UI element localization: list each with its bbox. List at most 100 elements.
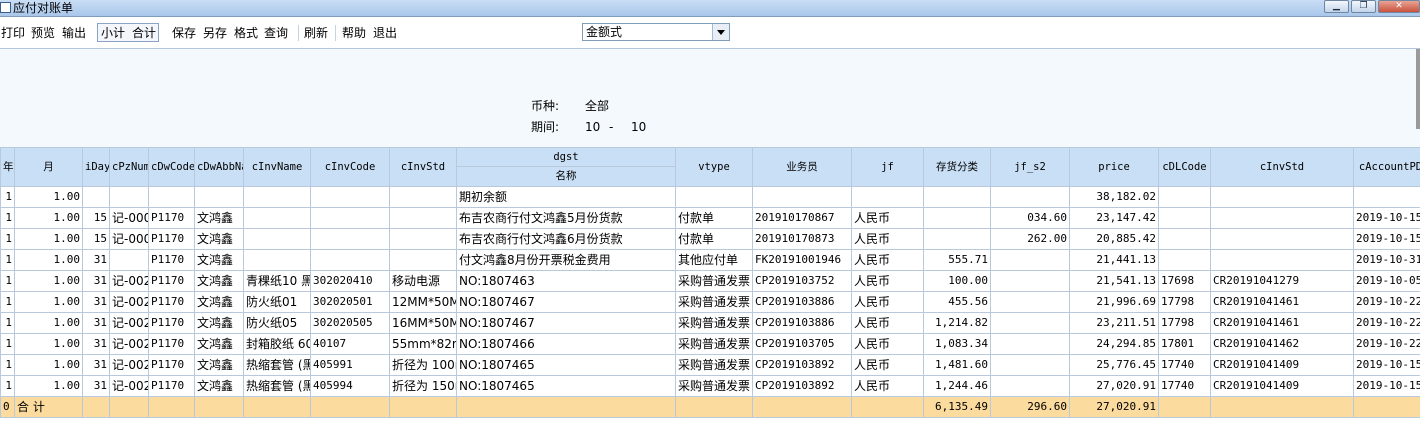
table-cell[interactable]: 034.60	[990, 207, 1070, 229]
table-cell[interactable]	[310, 207, 390, 229]
table-cell[interactable]	[990, 291, 1070, 313]
table-cell[interactable]: 31	[82, 312, 110, 334]
col-header-cinvstd-2[interactable]: cInvStd	[1210, 147, 1354, 187]
table-cell[interactable]: 记-0023	[109, 333, 149, 355]
table-cell[interactable]: 1.00	[14, 291, 83, 313]
table-cell[interactable]: 文鸿鑫	[194, 354, 244, 376]
table-cell[interactable]: 1	[0, 375, 15, 397]
table-row[interactable]: 1 1.00 期初余额 38,182.02	[0, 186, 1420, 208]
table-cell[interactable]: 302020501	[310, 291, 390, 313]
table-cell[interactable]	[243, 249, 311, 271]
table-cell[interactable]: 2019-10-05	[1353, 270, 1420, 292]
col-header-cinvstd[interactable]: cInvStd	[389, 147, 457, 187]
table-cell[interactable]	[1210, 207, 1354, 229]
chevron-down-icon[interactable]	[712, 24, 729, 40]
col-header-cinvcode[interactable]: cInvCode	[310, 147, 390, 187]
table-cell[interactable]	[990, 270, 1070, 292]
table-cell[interactable]: 付款单	[675, 207, 753, 229]
table-cell[interactable]: 302020505	[310, 312, 390, 334]
col-header-dgst-group[interactable]: dgst	[456, 147, 676, 167]
table-cell[interactable]: 31	[82, 249, 110, 271]
table-cell[interactable]: CR20191041461	[1210, 312, 1354, 334]
table-cell[interactable]	[389, 249, 457, 271]
table-cell[interactable]: 262.00	[990, 228, 1070, 250]
table-cell[interactable]: 201910170873	[752, 228, 852, 250]
table-row[interactable]: 1 1.00 31 P1170 文鸿鑫 付文鸿鑫8月份开票税金费用 其他应付单 FK20191…	[0, 249, 1420, 271]
table-cell[interactable]	[310, 249, 390, 271]
table-cell[interactable]: 17740	[1158, 354, 1211, 376]
table-cell[interactable]: NO:1807465	[456, 354, 676, 376]
table-cell[interactable]: 人民币	[851, 228, 924, 250]
table-cell[interactable]	[194, 186, 244, 208]
table-cell[interactable]: 移动电源	[389, 270, 457, 292]
table-cell[interactable]: 布吉农商行付文鸿鑫6月份货款	[456, 228, 676, 250]
table-cell[interactable]: 青稞纸10 黑色(回形	[243, 270, 311, 292]
table-cell[interactable]: CR20191041409	[1210, 354, 1354, 376]
table-cell[interactable]: 付款单	[675, 228, 753, 250]
table-cell[interactable]: P1170	[148, 291, 195, 313]
table-cell[interactable]: 付文鸿鑫8月份开票税金费用	[456, 249, 676, 271]
table-cell[interactable]: P1170	[148, 228, 195, 250]
table-cell[interactable]: 100.00	[923, 270, 991, 292]
table-cell[interactable]	[752, 186, 852, 208]
col-header-name[interactable]: 名称	[456, 166, 676, 187]
table-cell[interactable]: 21,541.13	[1069, 270, 1159, 292]
table-row[interactable]: 11.0015记-0005P1170文鸿鑫 布吉农商行付文鸿鑫5月份货款付款单 20…	[0, 207, 1420, 229]
table-cell[interactable]: 27,020.91	[1069, 375, 1159, 397]
table-cell[interactable]: 1	[0, 333, 15, 355]
preview-button[interactable]: 预览	[31, 26, 55, 40]
table-cell[interactable]: NO:1807463	[456, 270, 676, 292]
table-cell[interactable]: CP2019103892	[752, 354, 852, 376]
table-cell[interactable]: NO:1807466	[456, 333, 676, 355]
table-cell[interactable]: 记-0023	[109, 291, 149, 313]
table-cell[interactable]	[310, 186, 390, 208]
table-cell[interactable]: 人民币	[851, 354, 924, 376]
table-cell[interactable]: 折径为 100m长度	[389, 354, 457, 376]
table-cell[interactable]: 其他应付单	[675, 249, 753, 271]
table-cell[interactable]: 23,211.51	[1069, 312, 1159, 334]
help-button[interactable]: 帮助	[342, 26, 366, 40]
table-cell[interactable]	[990, 375, 1070, 397]
table-cell[interactable]: 文鸿鑫	[194, 291, 244, 313]
table-cell[interactable]	[1158, 207, 1211, 229]
table-cell[interactable]: 1,083.34	[923, 333, 991, 355]
table-cell[interactable]	[109, 249, 149, 271]
table-row[interactable]: 11.0031记-0023P1170文鸿鑫防火纸0530202050516MM*…	[0, 312, 1420, 334]
subtotal-button[interactable]: 小计	[101, 26, 125, 40]
table-cell[interactable]: 2019-10-22	[1353, 291, 1420, 313]
table-cell[interactable]: 17740	[1158, 375, 1211, 397]
table-cell[interactable]: 2019-10-15	[1353, 207, 1420, 229]
table-cell[interactable]: 布吉农商行付文鸿鑫5月份货款	[456, 207, 676, 229]
format-select[interactable]: 金额式	[582, 23, 730, 41]
table-cell[interactable]	[990, 249, 1070, 271]
table-cell[interactable]: 555.71	[923, 249, 991, 271]
table-cell[interactable]: 24,294.85	[1069, 333, 1159, 355]
table-cell[interactable]: 23,147.42	[1069, 207, 1159, 229]
table-cell[interactable]: CR20191041462	[1210, 333, 1354, 355]
table-cell[interactable]: CR20191041409	[1210, 375, 1354, 397]
table-cell[interactable]: 1	[0, 354, 15, 376]
table-cell[interactable]: 文鸿鑫	[194, 249, 244, 271]
col-header-vtype[interactable]: vtype	[675, 147, 753, 187]
table-cell[interactable]: 17801	[1158, 333, 1211, 355]
table-cell[interactable]	[243, 186, 311, 208]
col-header-price[interactable]: price	[1069, 147, 1159, 187]
table-cell[interactable]: 31	[82, 291, 110, 313]
table-cell[interactable]: CP2019103752	[752, 270, 852, 292]
col-header-salesperson[interactable]: 业务员	[752, 147, 852, 187]
table-cell[interactable]	[1158, 228, 1211, 250]
table-cell[interactable]: 17798	[1158, 312, 1211, 334]
table-cell[interactable]: 1	[0, 186, 15, 208]
table-cell[interactable]: 2019-10-22	[1353, 312, 1420, 334]
table-cell[interactable]: 31	[82, 270, 110, 292]
table-cell[interactable]	[1353, 186, 1420, 208]
table-cell[interactable]: 21,996.69	[1069, 291, 1159, 313]
minimize-button[interactable]: ▁	[1324, 0, 1349, 13]
table-cell[interactable]: 记-0023	[109, 375, 149, 397]
table-cell[interactable]: 17698	[1158, 270, 1211, 292]
table-cell[interactable]: NO:1807467	[456, 291, 676, 313]
table-cell[interactable]: 1.00	[14, 270, 83, 292]
table-cell[interactable]: 采购普通发票	[675, 312, 753, 334]
vertical-scrollbar[interactable]	[1416, 49, 1420, 129]
table-row[interactable]: 11.0015记-0005P1170文鸿鑫 布吉农商行付文鸿鑫6月份货款付款单 20…	[0, 228, 1420, 250]
